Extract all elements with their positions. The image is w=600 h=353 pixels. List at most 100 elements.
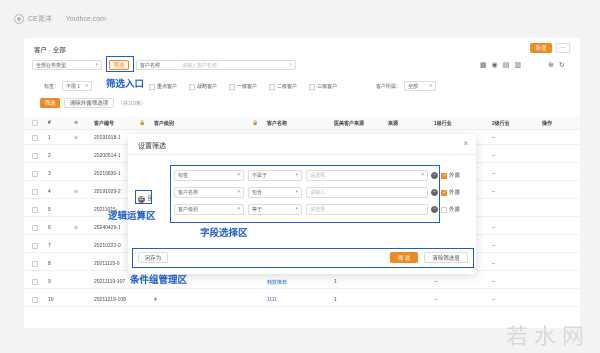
check-item[interactable]: 一级客户: [229, 83, 257, 90]
table-cell-name[interactable]: 韩数推荐: [267, 279, 287, 286]
check-label: 一级客户: [237, 84, 258, 90]
page-title[interactable]: 客户 · 全部: [34, 44, 66, 54]
table-cell-code: 20240429-1: [94, 225, 121, 231]
row-select[interactable]: [32, 243, 40, 249]
expose-toggle[interactable]: 外露: [441, 188, 460, 196]
row-select[interactable]: [32, 153, 40, 159]
check-item[interactable]: 战略客户: [189, 83, 217, 90]
checkbox[interactable]: [32, 261, 38, 267]
table-cell-code: 20191029-2: [94, 189, 121, 195]
table-cell-src: 1: [334, 297, 337, 303]
col-select[interactable]: [32, 120, 40, 126]
annotation-entry: 筛选入口: [106, 79, 145, 90]
tag-filter-select[interactable]: 不限 1 ▾: [62, 81, 92, 91]
table-row[interactable]: 9 20211119-107 3 韩数推荐 1 -- --: [24, 274, 580, 289]
field-highlight-box: [170, 165, 440, 223]
checkbox[interactable]: [32, 171, 38, 177]
chevron-down-icon: ▾: [95, 62, 98, 68]
col-header: 客户级别: [154, 121, 175, 127]
toolbar-extra-icons[interactable]: ⊕↻: [548, 61, 570, 69]
checkbox[interactable]: [229, 83, 236, 90]
check-item[interactable]: 二级客户: [269, 83, 297, 90]
row-select[interactable]: [32, 189, 40, 195]
row-select[interactable]: [32, 279, 40, 285]
view-toggle-icons[interactable]: ▦◉▤▥: [480, 61, 526, 69]
row-select[interactable]: [32, 261, 40, 267]
category-select[interactable]: 全部业务类型 ▾: [32, 60, 102, 70]
more-button[interactable]: ···: [556, 43, 570, 53]
new-button[interactable]: 新增: [530, 43, 552, 53]
table-cell-name[interactable]: 1111: [267, 297, 277, 303]
expose-toggle[interactable]: 外露: [441, 171, 460, 179]
brand-bar: CE青洋 Youthce.com: [0, 0, 600, 38]
annotation-field: 字段选择区: [200, 228, 248, 239]
row-select[interactable]: [32, 207, 40, 213]
record-count: （共119条）: [118, 101, 146, 107]
brand-logo-icon: [14, 14, 24, 25]
row-select[interactable]: [32, 297, 40, 303]
table-cell-code: 20191018-1: [94, 135, 121, 141]
clear-exposed-button[interactable]: 清除外露筛选项: [64, 98, 114, 108]
table-cell-code: 20200514-1: [94, 153, 121, 159]
col-header: 医美客户来源: [334, 121, 365, 127]
expose-toggle[interactable]: 外露: [441, 205, 460, 213]
expand-row-icon[interactable]: ⊕: [74, 225, 78, 231]
checkbox[interactable]: [32, 153, 38, 159]
row-select[interactable]: [32, 171, 40, 177]
field-search-group[interactable]: 客户名称 请输入客户名称 ⌕: [136, 60, 296, 70]
check-item[interactable]: 重点客户: [149, 83, 177, 90]
table-cell-n: 10: [48, 297, 54, 303]
col-header: 操作: [542, 121, 553, 127]
annotation-logic: 逻辑运算区: [108, 211, 156, 222]
close-icon[interactable]: ×: [463, 139, 468, 148]
category-value: 全部业务类型: [36, 62, 67, 69]
table-cell-i2: --: [492, 225, 496, 231]
table-cell-code: 20211115-0: [94, 261, 120, 267]
checkbox[interactable]: [32, 207, 38, 213]
checkbox[interactable]: [32, 279, 38, 285]
checkbox[interactable]: [32, 297, 38, 303]
checkbox[interactable]: [32, 243, 38, 249]
checkbox[interactable]: [441, 189, 447, 196]
checkbox[interactable]: [189, 83, 196, 90]
row-select[interactable]: [32, 135, 40, 141]
table-cell-i2: --: [492, 153, 496, 159]
table-cell-n: 2: [48, 153, 51, 159]
checkbox[interactable]: [269, 83, 276, 90]
lock-icon: 🔒: [252, 120, 259, 126]
checkbox[interactable]: [441, 206, 447, 213]
expose-label: 外露: [449, 173, 461, 179]
level-checkboxes: 重点客户 战略客户 一级客户 二级客户 三级客户: [149, 83, 337, 90]
expand-row-icon[interactable]: ⊕: [74, 135, 78, 141]
expose-label: 外露: [449, 190, 461, 196]
table-row[interactable]: 10 20211219-108 4 1111 1 -- --: [24, 292, 580, 307]
col-header: 客户编号: [94, 121, 115, 127]
add-col-icon[interactable]: ⊕: [74, 120, 78, 126]
checkbox[interactable]: [309, 83, 316, 90]
table-cell-i1: --: [434, 279, 438, 285]
check-item[interactable]: 三级客户: [309, 83, 337, 90]
col-header: #: [48, 120, 51, 126]
checkbox[interactable]: [32, 135, 38, 141]
checkbox[interactable]: [32, 189, 38, 195]
table-cell-src: 1: [334, 279, 337, 285]
checkbox[interactable]: [32, 120, 38, 126]
owner-label: 客户所属：: [376, 84, 402, 90]
search-input[interactable]: 请输入客户名称: [182, 62, 217, 69]
table-cell-level: 4: [154, 297, 157, 303]
apply-filter-button[interactable]: 筛选: [40, 98, 60, 108]
table-cell-i2: --: [492, 171, 496, 177]
owner-select[interactable]: 全部 ▾: [404, 81, 436, 91]
brand-site: Youthce.com: [65, 15, 106, 23]
lock-icon: 🔒: [139, 120, 146, 126]
row-select[interactable]: [32, 225, 40, 231]
search-icon[interactable]: ⌕: [289, 62, 292, 68]
table-cell-i2: --: [492, 297, 496, 303]
checkbox[interactable]: [441, 172, 447, 179]
check-label: 二级客户: [277, 84, 298, 90]
checkbox[interactable]: [32, 225, 38, 231]
col-header: 2级行业: [492, 121, 510, 127]
checkbox[interactable]: [149, 83, 155, 90]
expand-row-icon[interactable]: ⊕: [74, 189, 78, 195]
dialog-title: 设置筛选: [138, 143, 166, 150]
